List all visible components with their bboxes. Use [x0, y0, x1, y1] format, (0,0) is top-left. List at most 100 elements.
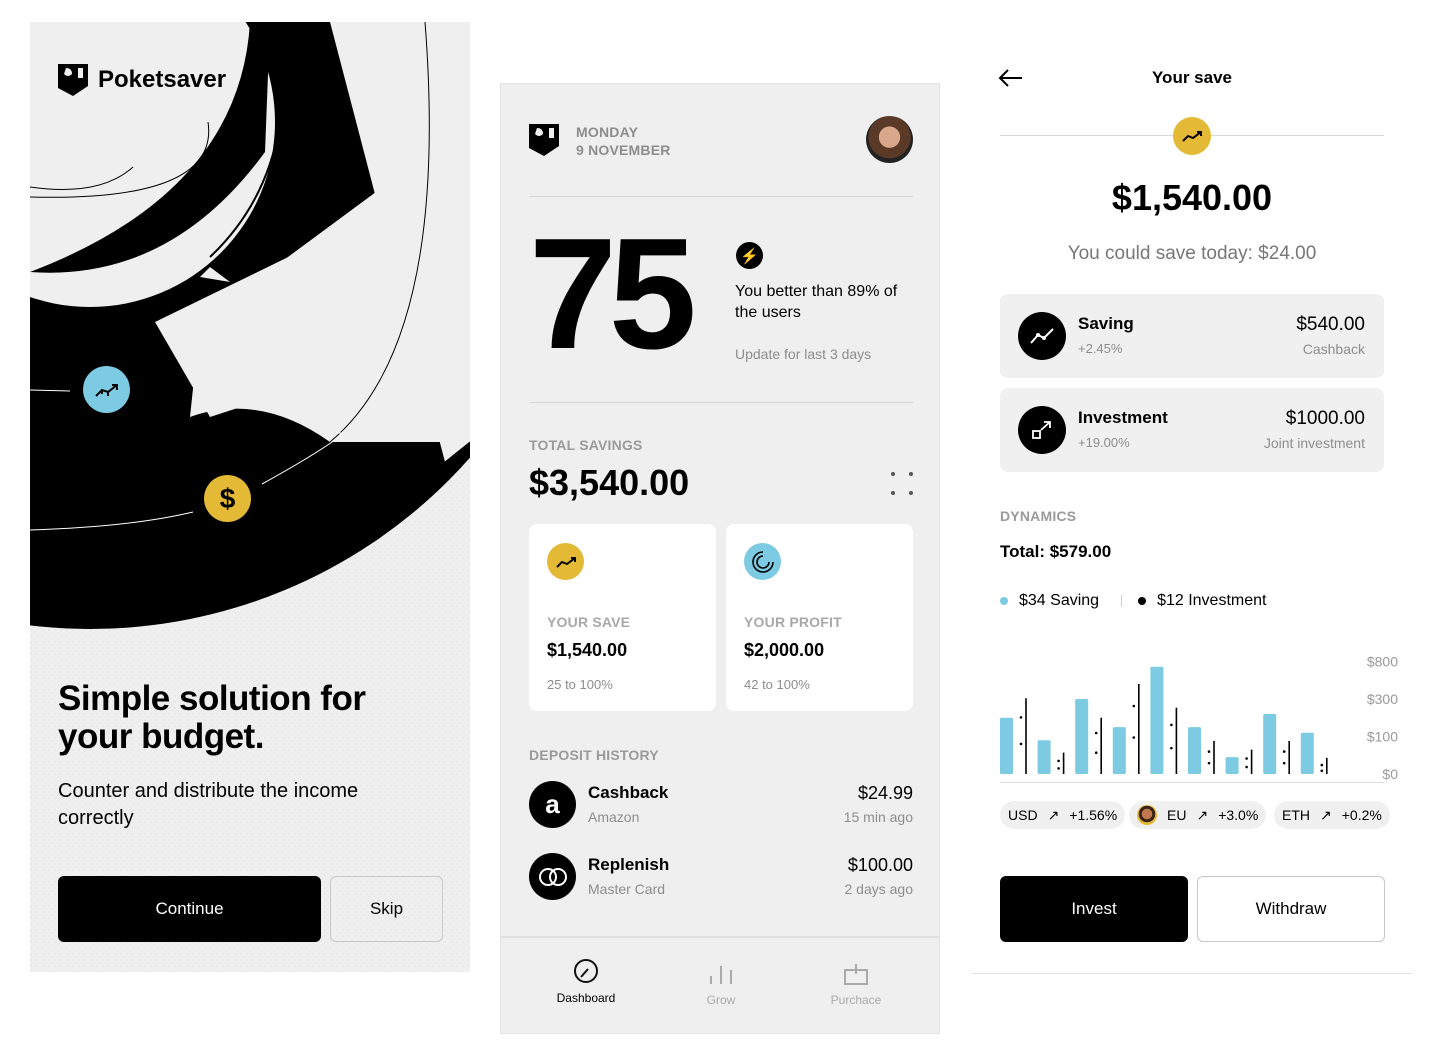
y-tick-label: $300 — [1367, 691, 1398, 707]
saving-bar — [1112, 727, 1126, 774]
y-tick-label: $0 — [1382, 766, 1398, 782]
subtext: Counter and distribute the income correc… — [58, 780, 359, 829]
y-tick-label: $800 — [1367, 654, 1398, 670]
investment-dot — [1132, 736, 1136, 739]
onboarding-screen: $ Poketsaver Simple solution for your bu… — [30, 22, 470, 972]
nav-grow[interactable]: Grow — [671, 962, 771, 1007]
date-label: 9 NOVEMBER — [576, 142, 671, 158]
skip-button[interactable]: Skip — [330, 876, 443, 942]
investment-item[interactable]: Investment +19.00% $1000.00 Joint invest… — [1000, 388, 1384, 472]
invest-button[interactable]: Invest — [1000, 876, 1188, 942]
currency-code: ETH — [1282, 807, 1310, 823]
score: 75 — [529, 206, 697, 382]
card-value: $2,000.00 — [744, 640, 825, 660]
investment-dot — [1094, 731, 1098, 735]
investment-dot — [1170, 723, 1173, 727]
total-savings-label: TOTAL SAVINGS — [529, 437, 643, 453]
your-save-screen: Your save $1,540.00 You could save today… — [972, 22, 1412, 974]
chart-legend: $34 Saving $12 Investment — [1000, 592, 1266, 610]
more-icon[interactable] — [891, 472, 915, 496]
item-sub: Cashback — [1302, 341, 1365, 357]
currency-usd[interactable]: USD ↗ +1.56% — [1000, 801, 1126, 829]
investment-dot — [1057, 759, 1060, 763]
arrow-up-right-icon: ↗ — [1196, 806, 1209, 823]
score-text: You better than 89% of the users — [735, 283, 898, 321]
currency-code: USD — [1008, 807, 1038, 823]
history-time: 15 min ago — [843, 809, 913, 825]
item-change: +2.45% — [1078, 341, 1123, 356]
saving-bar — [1075, 699, 1089, 774]
withdraw-button[interactable]: Withdraw — [1197, 876, 1385, 942]
currency-code: EU — [1167, 807, 1187, 823]
divider — [529, 402, 913, 403]
investment-dot — [1245, 757, 1248, 760]
bars-icon — [710, 966, 732, 984]
update-text: Update for last 3 days — [735, 346, 872, 362]
item-title: Saving — [1078, 314, 1134, 333]
investment-dot — [1094, 751, 1098, 754]
currency-eu[interactable]: EU ↗ +3.0% — [1129, 801, 1267, 829]
chart-baseline-divider — [1000, 782, 1384, 783]
investment-dot — [1207, 750, 1211, 753]
expand-icon — [1018, 406, 1066, 454]
logo-icon — [58, 64, 88, 96]
nav-label: Dashboard — [556, 991, 616, 1005]
legend-dot-saving — [1000, 597, 1008, 605]
your-save-card[interactable]: YOUR SAVE $1,540.00 25 to 100% — [529, 524, 716, 711]
legend-dot-investment — [1138, 597, 1147, 605]
legend-investment: $12 Investment — [1157, 592, 1267, 609]
saving-bar — [1000, 717, 1013, 774]
currency-change: +0.2% — [1341, 807, 1382, 823]
avatar[interactable] — [866, 116, 913, 163]
investment-dot — [1019, 742, 1023, 746]
amazon-icon: a — [529, 781, 576, 828]
history-time: 2 days ago — [844, 881, 914, 897]
item-sub: Joint investment — [1263, 435, 1365, 451]
investment-dot — [1057, 767, 1060, 770]
item-change: +19.00% — [1078, 435, 1130, 450]
dynamics-chart: $800 $300 $100 $0 — [1000, 654, 1398, 782]
y-tick-label: $100 — [1367, 729, 1398, 745]
dollar-icon: $ — [204, 475, 251, 522]
arrow-up-right-icon: ↗ — [1047, 806, 1060, 823]
gauge-icon — [574, 959, 598, 983]
saving-bar — [1300, 732, 1314, 774]
dynamics-total: Total: $579.00 — [1000, 542, 1112, 561]
saving-bar — [1037, 740, 1051, 774]
history-sub: Amazon — [588, 809, 640, 825]
arrow-up-right-icon: ↗ — [1320, 806, 1332, 823]
investment-dot — [1207, 761, 1211, 765]
continue-button[interactable]: Continue — [58, 876, 321, 942]
investment-dot — [1132, 704, 1136, 708]
currency-eth[interactable]: ETH ↗ +0.2% — [1274, 801, 1390, 829]
nav-dashboard[interactable]: Dashboard — [536, 958, 636, 1005]
spiral-icon — [744, 543, 781, 580]
avatar — [1137, 805, 1157, 825]
divider — [529, 196, 913, 197]
mastercard-icon — [529, 853, 576, 900]
nav-label: Grow — [706, 993, 736, 1007]
nav-purchace[interactable]: Purchace — [806, 962, 906, 1007]
saving-bar — [1150, 666, 1164, 774]
save-amount: $1,540.00 — [1111, 177, 1273, 218]
history-item[interactable]: Replenish Master Card $100.00 2 days ago — [529, 853, 913, 903]
trend-up-icon — [547, 543, 584, 580]
saving-bar — [1188, 727, 1201, 774]
total-savings-value: $3,540.00 — [529, 462, 690, 503]
dashboard-screen: MONDAY 9 NOVEMBER 75 ⚡ You better than 8… — [500, 83, 940, 1034]
card-range: 25 to 100% — [547, 677, 613, 692]
history-title: Cashback — [588, 783, 669, 802]
screen-title: Your save — [1151, 68, 1232, 87]
history-amount: $100.00 — [847, 855, 913, 875]
history-sub: Master Card — [588, 881, 666, 897]
card-label: YOUR SAVE — [547, 614, 631, 630]
currency-change: +3.0% — [1218, 807, 1259, 823]
history-item[interactable]: a Cashback Amazon $24.99 15 min ago — [529, 781, 913, 831]
item-amount: $540.00 — [1296, 314, 1365, 335]
saving-bar — [1225, 757, 1239, 774]
investment-dot — [1282, 750, 1286, 753]
headline: Simple solution for your budget. — [58, 679, 366, 756]
your-profit-card[interactable]: YOUR PROFIT $2,000.00 42 to 100% — [726, 524, 913, 711]
deposit-history-label: DEPOSIT HISTORY — [529, 747, 659, 763]
saving-item[interactable]: Saving +2.45% $540.00 Cashback — [1000, 294, 1384, 378]
